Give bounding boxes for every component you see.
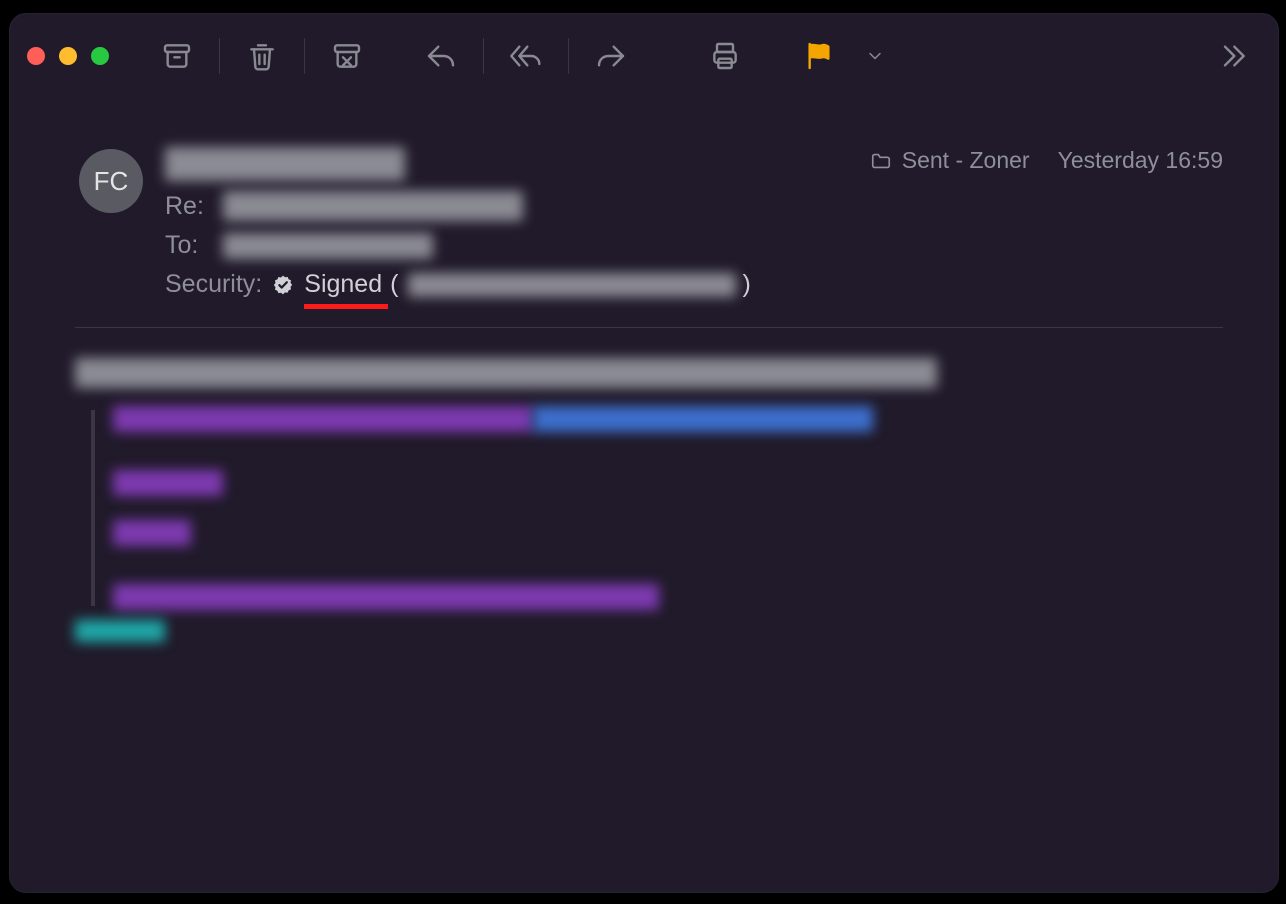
folder-icon xyxy=(870,150,892,172)
reply-all-icon xyxy=(510,40,542,72)
delete-button[interactable] xyxy=(234,32,290,80)
signed-status-wrap: Signed xyxy=(304,270,382,299)
security-line: Security: Signed ( ) xyxy=(165,270,751,299)
subject-redacted xyxy=(223,191,523,221)
flag-button[interactable] xyxy=(791,32,847,80)
sender-name-redacted xyxy=(165,147,405,181)
re-label: Re: xyxy=(165,192,211,221)
signed-seal-icon xyxy=(272,274,294,296)
open-paren: ( xyxy=(390,270,398,299)
signer-redacted xyxy=(408,273,736,297)
security-label: Security: xyxy=(165,270,262,299)
flag-icon xyxy=(803,40,835,72)
signed-red-underline xyxy=(304,304,388,309)
toolbar-separator xyxy=(304,38,305,74)
to-label: To: xyxy=(165,231,211,260)
from-line xyxy=(165,147,751,181)
header-meta-right: Sent - Zoner Yesterday 16:59 xyxy=(870,147,1223,174)
message-header: FC Re: To: Security: Signed xyxy=(9,99,1279,321)
minimize-window-button[interactable] xyxy=(59,47,77,65)
reply-icon xyxy=(425,40,457,72)
folder-indicator[interactable]: Sent - Zoner xyxy=(870,147,1030,174)
avatar-initials: FC xyxy=(94,166,129,197)
chevron-down-icon xyxy=(865,46,885,66)
quoted-block xyxy=(75,406,1213,610)
body-line-redacted xyxy=(113,520,1213,546)
archive-button[interactable] xyxy=(149,32,205,80)
zoom-window-button[interactable] xyxy=(91,47,109,65)
close-window-button[interactable] xyxy=(27,47,45,65)
toolbar-overflow-button[interactable] xyxy=(1205,32,1261,80)
subject-line: Re: xyxy=(165,191,751,221)
window-controls xyxy=(27,47,109,65)
print-button[interactable] xyxy=(697,32,753,80)
toolbar-separator xyxy=(483,38,484,74)
recipient-redacted xyxy=(223,233,433,259)
print-icon xyxy=(709,40,741,72)
reply-button[interactable] xyxy=(413,32,469,80)
body-line-redacted xyxy=(75,358,1213,388)
double-chevron-right-icon xyxy=(1217,40,1249,72)
mail-message-window: FC Re: To: Security: Signed xyxy=(8,12,1280,894)
body-line-redacted xyxy=(113,470,1213,496)
message-timestamp: Yesterday 16:59 xyxy=(1058,147,1223,174)
reply-all-button[interactable] xyxy=(498,32,554,80)
trash-icon xyxy=(246,40,278,72)
body-line-redacted xyxy=(75,620,1213,642)
junk-button[interactable] xyxy=(319,32,375,80)
sender-avatar[interactable]: FC xyxy=(79,149,143,213)
body-line-redacted xyxy=(113,406,1213,432)
header-lines: Re: To: Security: Signed ( ) xyxy=(165,147,751,299)
toolbar-separator xyxy=(219,38,220,74)
message-body xyxy=(9,328,1279,686)
signed-status: Signed xyxy=(304,270,382,298)
toolbar-separator xyxy=(568,38,569,74)
flag-menu-button[interactable] xyxy=(847,32,903,80)
archive-icon xyxy=(161,40,193,72)
to-line: To: xyxy=(165,231,751,260)
close-paren: ) xyxy=(742,270,750,299)
toolbar xyxy=(9,13,1279,99)
forward-button[interactable] xyxy=(583,32,639,80)
body-line-redacted xyxy=(113,584,1213,610)
forward-icon xyxy=(595,40,627,72)
folder-name: Sent - Zoner xyxy=(902,147,1030,174)
junk-icon xyxy=(331,40,363,72)
